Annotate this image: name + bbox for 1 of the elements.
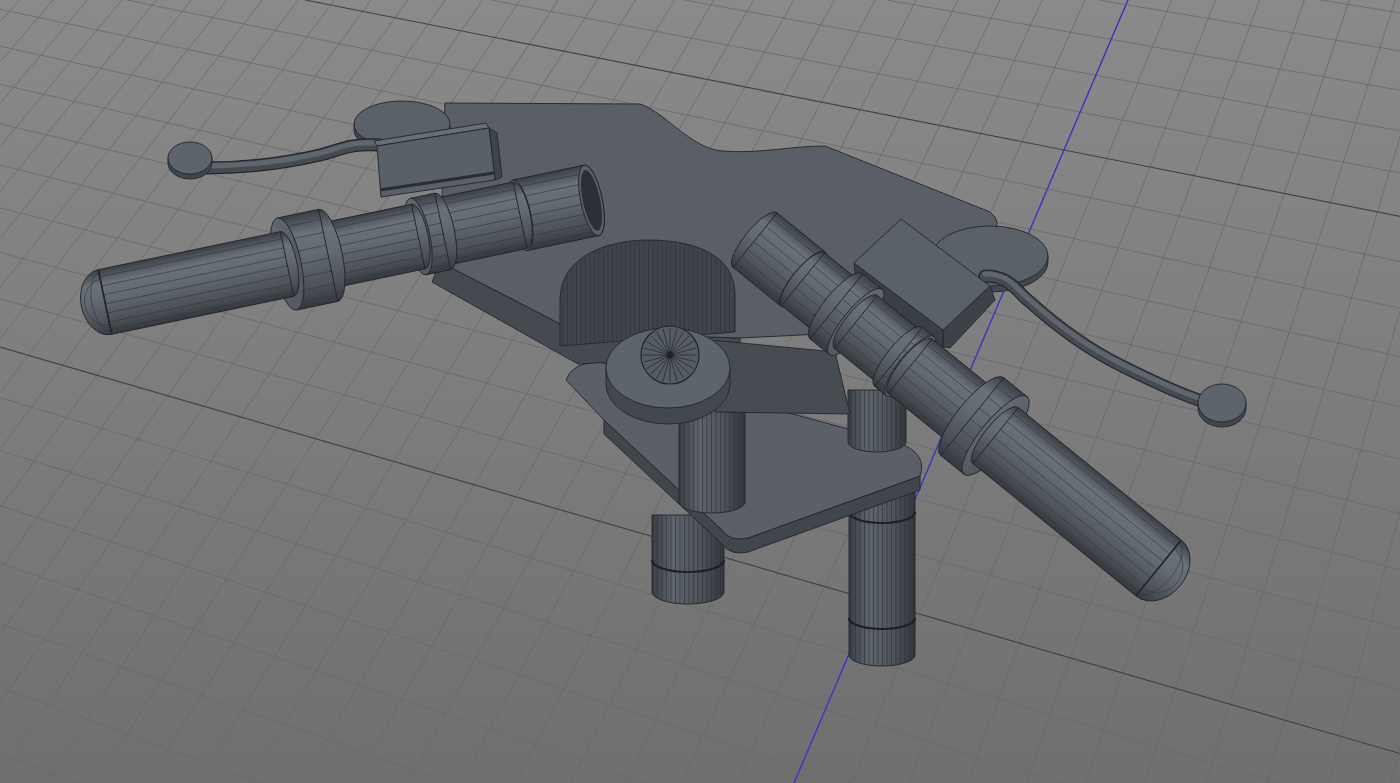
- fork-tube: [847, 389, 907, 453]
